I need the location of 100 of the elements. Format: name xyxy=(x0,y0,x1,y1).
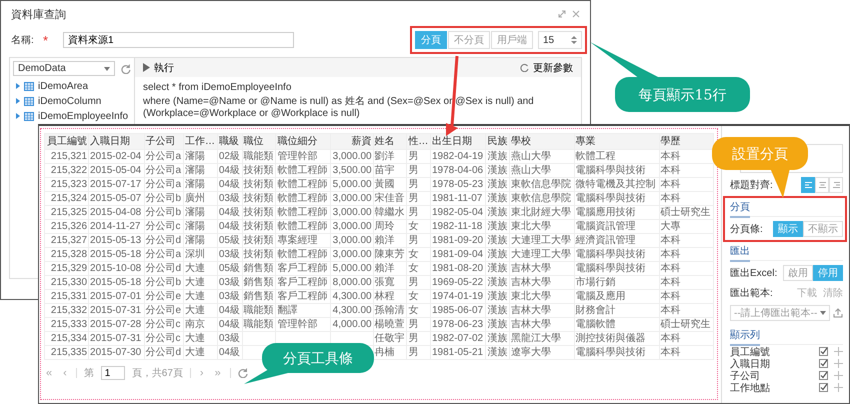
table-cell: 分公司a xyxy=(144,178,184,192)
table-cell: 1978-04-06 xyxy=(430,164,486,178)
table-cell: 215,328 xyxy=(44,248,89,262)
table-cell: 1974-01-19 xyxy=(430,290,486,304)
table-cell: 分公司a xyxy=(144,150,184,164)
table-cell: 賴洋 xyxy=(373,234,407,248)
table-cell: 黃國 xyxy=(373,178,407,192)
table-cell: 市場行銷 xyxy=(574,276,660,290)
table-cell: 漢族 xyxy=(486,192,510,206)
table-cell: 銷售類 xyxy=(242,290,276,304)
table-cell: 分公司b xyxy=(144,192,184,206)
table-cell: 1982-04-19 xyxy=(430,150,486,164)
sql-text: select * from iDemoEmployeeInfo xyxy=(143,82,292,94)
table-cell: 黑龍江大學 xyxy=(510,332,574,346)
table-cell: 1981-09-04 xyxy=(430,248,486,262)
callout-text: 設置分頁 xyxy=(732,146,788,162)
table-cell: 分公司b xyxy=(144,206,184,220)
table-cell: 215,334 xyxy=(44,332,89,346)
table-cell: 電腦應用技術 xyxy=(574,206,660,220)
table-cell: 分公司d xyxy=(144,262,184,276)
table-cell: 分公司e xyxy=(144,304,184,318)
table-cell: 03級 xyxy=(217,332,242,346)
table-cell: 4,300.00 xyxy=(330,290,374,304)
table-cell: 東軟信息學院 xyxy=(510,178,574,192)
table-cell: 2015-04-08 xyxy=(88,206,144,220)
table-cell: 分公司e xyxy=(144,290,184,304)
table-cell: 03級 xyxy=(217,192,242,206)
table-cell: 本科 xyxy=(659,192,714,206)
table-cell: 2015-05-07 xyxy=(88,192,144,206)
table-cell: 大連 xyxy=(184,346,218,360)
table-cell: 3,000.00 xyxy=(330,248,374,262)
table-cell: 5,000.00 xyxy=(330,262,374,276)
table-cell: 女 xyxy=(406,220,430,234)
column-label: 子公司 xyxy=(730,370,760,382)
table-cell: 管理幹部 xyxy=(276,318,330,332)
table-cell: 翻譯 xyxy=(276,304,330,318)
table-cell: 215,333 xyxy=(44,318,89,332)
table-cell: 苗宇 xyxy=(373,164,407,178)
table-cell: 本科 xyxy=(659,262,714,276)
table-cell: 電腦軟體 xyxy=(574,318,660,332)
table-cell: 職能類 xyxy=(242,304,276,318)
table-cell: 1969-05-22 xyxy=(430,276,486,290)
table-cell: 215,323 xyxy=(44,178,89,192)
table-cell: 東北大學 xyxy=(510,290,574,304)
table-cell: 04級 xyxy=(217,220,242,234)
table-cell: 漢族 xyxy=(486,248,510,262)
table-cell: 大專 xyxy=(659,220,714,234)
table-cell: 吉林大學 xyxy=(510,262,574,276)
table-cell: 軟體工程師 xyxy=(276,206,330,220)
table-cell: 215,332 xyxy=(44,304,89,318)
callout-text: 每頁顯示15行 xyxy=(638,88,726,104)
table-cell: 電腦科學與技術 xyxy=(574,262,660,276)
table-cell: 3,500.00 xyxy=(330,164,374,178)
table-cell: 碩士研究生 xyxy=(659,318,714,332)
table-cell: 分公司c xyxy=(144,332,184,346)
table-cell: 1981-09-20 xyxy=(430,234,486,248)
table-cell: 專案經理 xyxy=(276,234,330,248)
table-cell: 男 xyxy=(406,178,430,192)
callout-text: 分頁工具條 xyxy=(283,351,353,367)
table-cell: 瀋陽 xyxy=(184,178,218,192)
table-cell: 漢族 xyxy=(486,220,510,234)
table-cell: 技術類 xyxy=(242,206,276,220)
table-cell: 男 xyxy=(406,318,430,332)
column-label: 員工編號 xyxy=(730,346,770,358)
export-excel-label: 匯出Excel: xyxy=(730,266,778,280)
table-cell: 3,000.00 xyxy=(330,234,374,248)
table-cell: 1981-08-20 xyxy=(430,262,486,276)
table-cell: 1982-07-02 xyxy=(430,332,486,346)
table-cell: 女 xyxy=(406,304,430,318)
table-cell: 2015-10-08 xyxy=(88,262,144,276)
table-cell: 漢族 xyxy=(486,206,510,220)
table-cell: 燕山大學 xyxy=(510,164,574,178)
column-label: 工作地點 xyxy=(730,382,770,394)
table-cell: 本科 xyxy=(659,304,714,318)
table-cell: 男 xyxy=(406,234,430,248)
table-cell: 215,331 xyxy=(44,290,89,304)
table-cell: 女 xyxy=(406,290,430,304)
table-cell: 女 xyxy=(406,262,430,276)
table-cell: 瀋陽 xyxy=(184,220,218,234)
table-cell: 大連 xyxy=(184,290,218,304)
table-cell: 215,322 xyxy=(44,164,89,178)
table-cell: 漢族 xyxy=(486,164,510,178)
section-heading: 顯示列 xyxy=(730,328,760,346)
table-cell: 職能類 xyxy=(242,318,276,332)
table-cell: 楊曉萱 xyxy=(373,318,407,332)
table-cell: 大連 xyxy=(184,262,218,276)
table-cell: 大連 xyxy=(184,304,218,318)
page-count-label: 頁，共67頁 xyxy=(132,366,183,380)
table-cell: 技術類 xyxy=(242,164,276,178)
table-cell: 分公司b xyxy=(144,276,184,290)
table-cell: 2015-05-04 xyxy=(88,164,144,178)
table-cell: 2015-05-13 xyxy=(88,234,144,248)
table-cell: 本科 xyxy=(659,332,714,346)
table-cell: 漢族 xyxy=(486,234,510,248)
table-cell: 分公司a xyxy=(144,164,184,178)
table-cell: 2015-05-18 xyxy=(88,248,144,262)
table-cell: 漢族 xyxy=(486,304,510,318)
table-cell: 3,000.00 xyxy=(330,192,374,206)
table-cell: 周玲 xyxy=(373,220,407,234)
required-mark: * xyxy=(43,32,50,48)
